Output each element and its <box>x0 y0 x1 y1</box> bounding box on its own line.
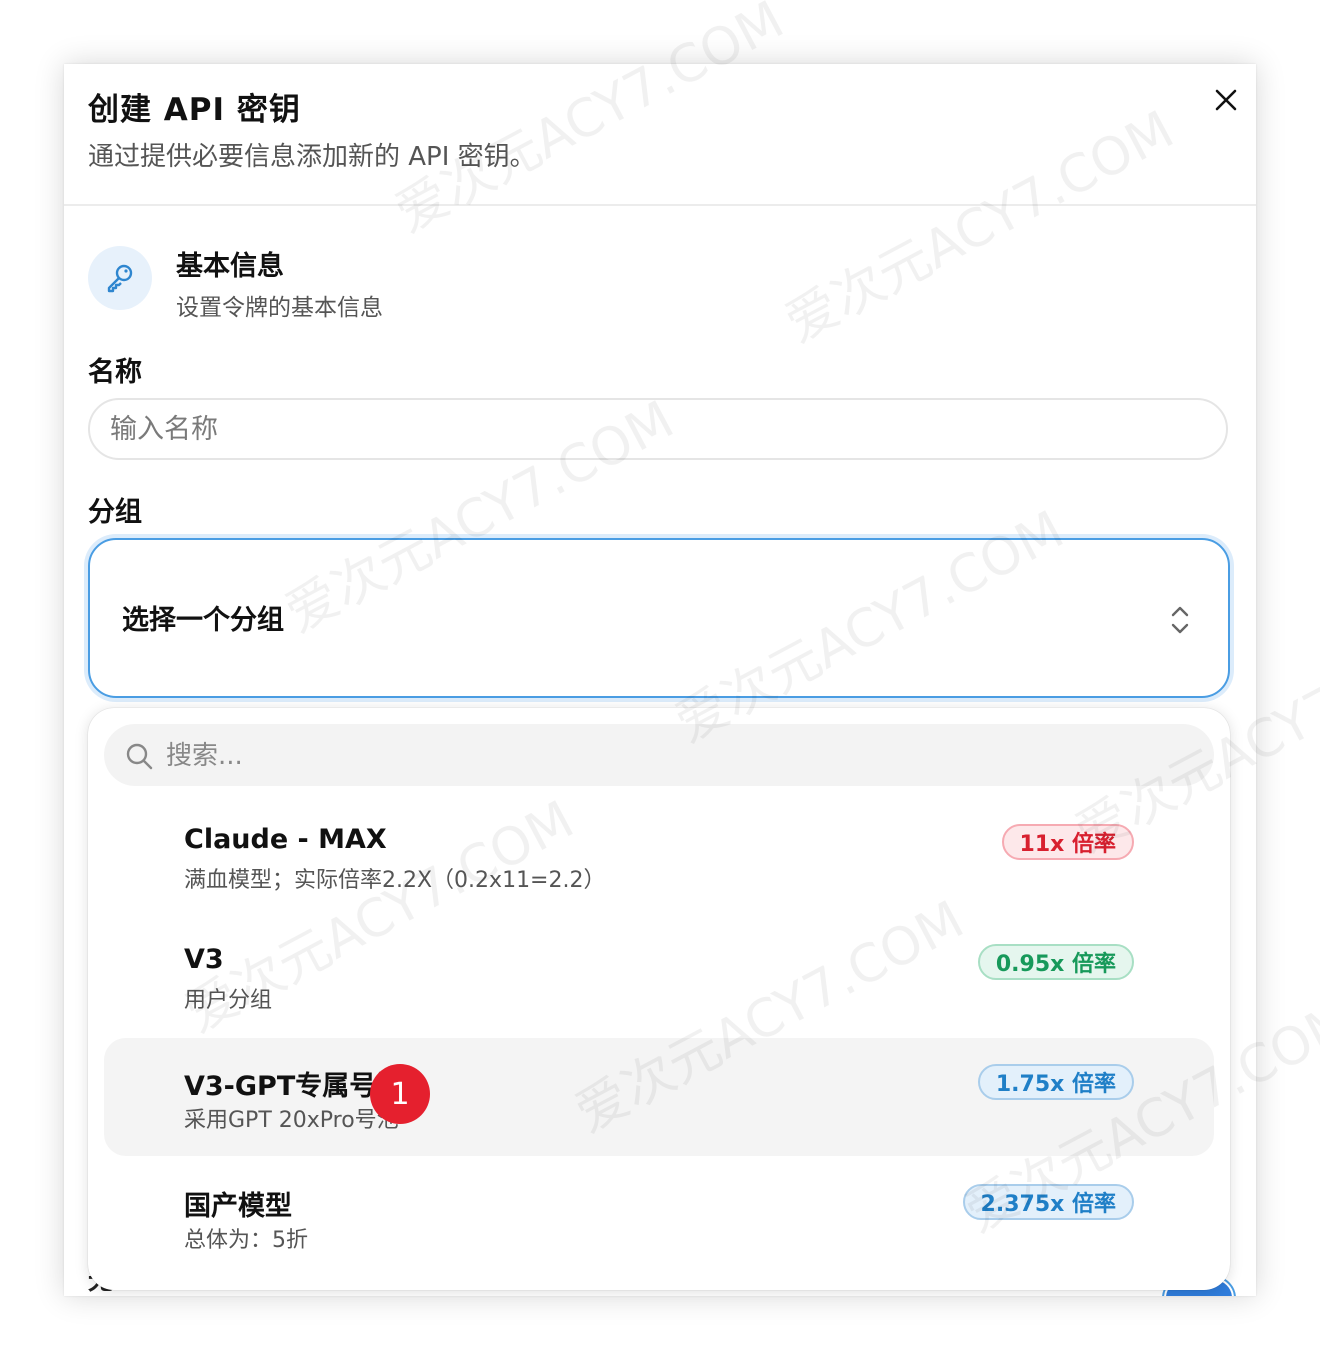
create-api-key-dialog: 创建 API 密钥 通过提供必要信息添加新的 API 密钥。 基本信息 设置令牌… <box>64 64 1256 1296</box>
dialog-title: 创建 API 密钥 <box>88 92 301 128</box>
section-title: 基本信息 <box>176 251 284 282</box>
option-desc: 满血模型；实际倍率2.2X（0.2x11=2.2） <box>184 868 606 893</box>
group-label: 分组 <box>88 497 142 528</box>
rate-badge: 1.75x 倍率 <box>977 1064 1134 1100</box>
close-icon[interactable] <box>1212 86 1240 114</box>
option-desc: 总体为：5折 <box>184 1228 308 1253</box>
dialog-subtitle: 通过提供必要信息添加新的 API 密钥。 <box>88 142 536 172</box>
key-icon <box>88 246 152 310</box>
option-v3-gpt[interactable]: V3-GPT专属号池 采用GPT 20xPro号池 1.75x 倍率 <box>104 1038 1214 1156</box>
group-select-value: 选择一个分组 <box>122 605 284 636</box>
option-v3[interactable]: V3 用户分组 0.95x 倍率 <box>104 918 1214 1036</box>
option-name: 国产模型 <box>184 1191 292 1222</box>
option-desc: 采用GPT 20xPro号池 <box>184 1108 399 1133</box>
option-desc: 用户分组 <box>184 988 273 1013</box>
search-input[interactable] <box>164 724 1188 788</box>
rate-badge: 11x 倍率 <box>1001 824 1134 860</box>
option-name: V3 <box>184 944 224 975</box>
option-domestic-models[interactable]: 国产模型 总体为：5折 2.375x 倍率 <box>104 1158 1214 1276</box>
group-select[interactable]: 选择一个分组 <box>88 538 1230 698</box>
option-name: Claude - MAX <box>184 824 387 855</box>
header-divider <box>64 204 1256 206</box>
name-label: 名称 <box>88 357 142 388</box>
option-claude-max[interactable]: Claude - MAX 满血模型；实际倍率2.2X（0.2x11=2.2） 1… <box>104 798 1214 916</box>
rate-badge: 0.95x 倍率 <box>977 944 1134 980</box>
chevron-up-down-icon <box>1166 602 1194 642</box>
section-subtitle: 设置令牌的基本信息 <box>176 295 383 321</box>
search-icon <box>124 741 154 775</box>
rate-badge: 2.375x 倍率 <box>962 1184 1134 1220</box>
group-dropdown: Claude - MAX 满血模型；实际倍率2.2X（0.2x11=2.2） 1… <box>88 708 1230 1290</box>
name-input[interactable] <box>88 398 1228 460</box>
annotation-marker: 1 <box>370 1064 430 1124</box>
dropdown-search <box>104 724 1214 788</box>
